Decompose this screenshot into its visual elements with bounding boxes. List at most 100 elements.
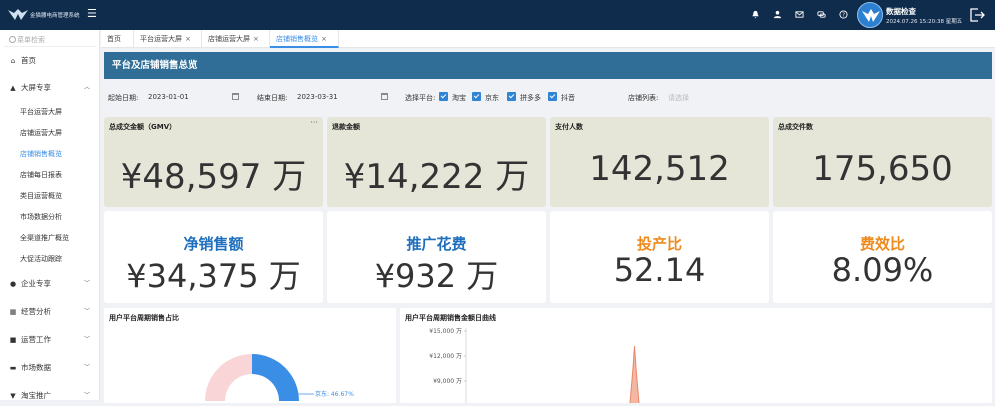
- stat-title: 总成交件数: [778, 123, 813, 131]
- menu-toggle-icon[interactable]: ☰: [87, 8, 97, 20]
- bank-icon: ▲: [10, 84, 16, 92]
- sidebar-subitem[interactable]: 店铺运营大屏: [0, 123, 100, 144]
- checkbox-taobao[interactable]: [439, 92, 448, 101]
- pie-slice-jd[interactable]: [252, 354, 299, 401]
- chevron-down-icon: ﹀: [83, 392, 90, 399]
- sidebar-item-market[interactable]: ▬ 市场数据 ﹀: [0, 357, 100, 378]
- shop-select[interactable]: 请选择: [668, 93, 689, 103]
- filter-bar: 起始日期: 2023-01-01 结束日期: 2023-03-31 选择平台: …: [104, 85, 992, 111]
- more-icon[interactable]: ···: [310, 118, 318, 127]
- chevron-down-icon: ﹀: [83, 308, 90, 315]
- platform-option[interactable]: 淘宝: [452, 93, 466, 103]
- sidebar-item-label: 市场数据: [21, 363, 51, 372]
- close-icon[interactable]: ×: [253, 35, 259, 43]
- stat-card-items: 总成交件数 175,650: [773, 117, 992, 207]
- tab-label: 店铺销售概览: [276, 35, 318, 43]
- top-bar: 金猫腰电商管理系统 ☰ ? 数据检查 2024.07.26 15:20:38 星…: [0, 0, 995, 30]
- tab-label: 首页: [107, 35, 121, 43]
- stat-value: ¥48,597 万: [120, 157, 307, 197]
- platform-option[interactable]: 拼多多: [520, 93, 541, 103]
- sidebar-item-promotion[interactable]: ▼ 淘宝推广 ﹀: [0, 385, 100, 406]
- stat-card-refund: 退款金额 ¥14,222 万: [327, 117, 546, 207]
- end-date-label: 结束日期:: [257, 94, 288, 102]
- checkbox-jd[interactable]: [472, 92, 481, 101]
- sidebar-item-analysis[interactable]: ▦ 经营分析 ﹀: [0, 301, 100, 322]
- start-date-label: 起始日期:: [108, 94, 139, 102]
- pin-icon: ●: [9, 280, 17, 288]
- sidebar-item-big-screen[interactable]: ▲ 大屏专享 ︿: [0, 77, 100, 98]
- sales-spike-area: [630, 346, 639, 403]
- stat-card-gmv: 总成交金额（GMV） ··· ¥48,597 万: [104, 117, 323, 207]
- end-date-input[interactable]: 2023-03-31: [297, 93, 338, 101]
- checkbox-douyin[interactable]: [548, 92, 557, 101]
- calendar-icon[interactable]: [381, 93, 388, 100]
- platform-label: 选择平台:: [405, 94, 436, 102]
- bell-icon[interactable]: [750, 10, 760, 20]
- y-tick-label: ¥9,000 万: [433, 378, 462, 385]
- tab-home[interactable]: 首页: [101, 30, 134, 48]
- sidebar-subitem[interactable]: 全渠道推广概览: [0, 228, 100, 249]
- user-name[interactable]: 数据检查: [886, 6, 916, 17]
- sidebar-subitem[interactable]: 店铺每日报表: [0, 165, 100, 186]
- sidebar-item-label: 运营工作: [21, 335, 51, 344]
- start-date-input[interactable]: 2023-01-01: [148, 93, 189, 101]
- briefcase-icon: ■: [9, 336, 17, 344]
- sidebar-subitem-active[interactable]: 店铺销售概览: [0, 144, 100, 165]
- kpi-card-roi: 投产比 52.14: [550, 211, 769, 303]
- chevron-up-icon: ︿: [83, 84, 90, 91]
- kpi-value: 52.14: [613, 251, 706, 289]
- sidebar-subitem[interactable]: 市场数据分析: [0, 207, 100, 228]
- chevron-down-icon: ﹀: [83, 364, 90, 371]
- tab-shop-sales[interactable]: 店铺销售概览 ×: [270, 30, 339, 48]
- sidebar: 菜单检索 ⌂ 首页 ▲ 大屏专享 ︿ 平台运营大屏 店铺运营大屏 店铺销售概览 …: [0, 30, 100, 400]
- checkbox-pinduoduo[interactable]: [507, 92, 516, 101]
- tab-bar: 首页 平台运营大屏 × 店铺运营大屏 × 店铺销售概览 ×: [101, 30, 995, 48]
- pie-chart: 京东: 46.67%: [205, 354, 354, 401]
- page-title: 平台及店铺销售总览: [104, 52, 992, 79]
- sidebar-item-operations[interactable]: ■ 运营工作 ﹀: [0, 329, 100, 350]
- search-icon: [9, 36, 16, 43]
- platform-option[interactable]: 京东: [485, 93, 499, 103]
- logout-icon[interactable]: [969, 8, 985, 22]
- sidebar-subitem[interactable]: 大促活动跟踪: [0, 249, 100, 270]
- datetime: 2024.07.26 15:20:38 星期五: [886, 19, 963, 25]
- stat-title: 退款金额: [332, 123, 360, 131]
- chat-icon[interactable]: [816, 10, 826, 20]
- sidebar-item-home[interactable]: ⌂ 首页: [0, 50, 100, 71]
- tab-platform-screen[interactable]: 平台运营大屏 ×: [134, 30, 202, 48]
- pie-slice-label: 京东: 46.67%: [315, 390, 354, 398]
- kpi-card-promo-cost: 推广花费 ¥932 万: [327, 211, 546, 303]
- platform-option[interactable]: 抖音: [561, 93, 575, 103]
- stat-title: 支付人数: [555, 123, 583, 131]
- menu-search-input[interactable]: 菜单检索: [4, 33, 96, 47]
- chevron-down-icon: ﹀: [83, 336, 90, 343]
- kpi-value: ¥932 万: [374, 257, 499, 295]
- tab-shop-screen[interactable]: 店铺运营大屏 ×: [202, 30, 270, 48]
- menu-search-placeholder: 菜单检索: [17, 36, 45, 44]
- user-icon[interactable]: [772, 10, 782, 20]
- sidebar-subitem[interactable]: 平台运营大屏: [0, 102, 100, 123]
- sidebar-item-enterprise[interactable]: ● 企业专享 ﹀: [0, 273, 100, 294]
- line-chart-panel: 用户平台周期销售金额日曲线 ¥15,000 万 ¥12,000 万 ¥9,000…: [400, 308, 992, 403]
- avatar[interactable]: [857, 2, 883, 28]
- app-title: 金猫腰电商管理系统: [30, 13, 80, 19]
- kpi-value: ¥34,375 万: [126, 257, 301, 295]
- svg-text:?: ?: [842, 13, 845, 19]
- close-icon[interactable]: ×: [185, 35, 191, 43]
- sidebar-item-label: 大屏专享: [21, 83, 51, 92]
- chart-icon: ▬: [9, 364, 17, 372]
- stat-title: 总成交金额（GMV）: [109, 123, 177, 131]
- kpi-card-net-sales: 净销售额 ¥34,375 万: [104, 211, 323, 303]
- help-icon[interactable]: ?: [838, 10, 848, 20]
- sidebar-item-label: 首页: [21, 56, 36, 65]
- mail-icon[interactable]: [794, 10, 804, 20]
- close-icon[interactable]: ×: [321, 35, 327, 43]
- stat-value: ¥14,222 万: [343, 157, 530, 197]
- pie-slice-other[interactable]: [205, 354, 252, 401]
- pie-chart-panel: 用户平台周期销售占比 京东: 46.67%: [104, 308, 396, 403]
- calendar-icon[interactable]: [232, 93, 239, 100]
- y-tick-label: ¥15,000 万: [429, 328, 462, 335]
- kpi-value: 8.09%: [831, 251, 934, 289]
- tab-label: 店铺运营大屏: [208, 35, 250, 43]
- sidebar-subitem[interactable]: 类目运营概览: [0, 186, 100, 207]
